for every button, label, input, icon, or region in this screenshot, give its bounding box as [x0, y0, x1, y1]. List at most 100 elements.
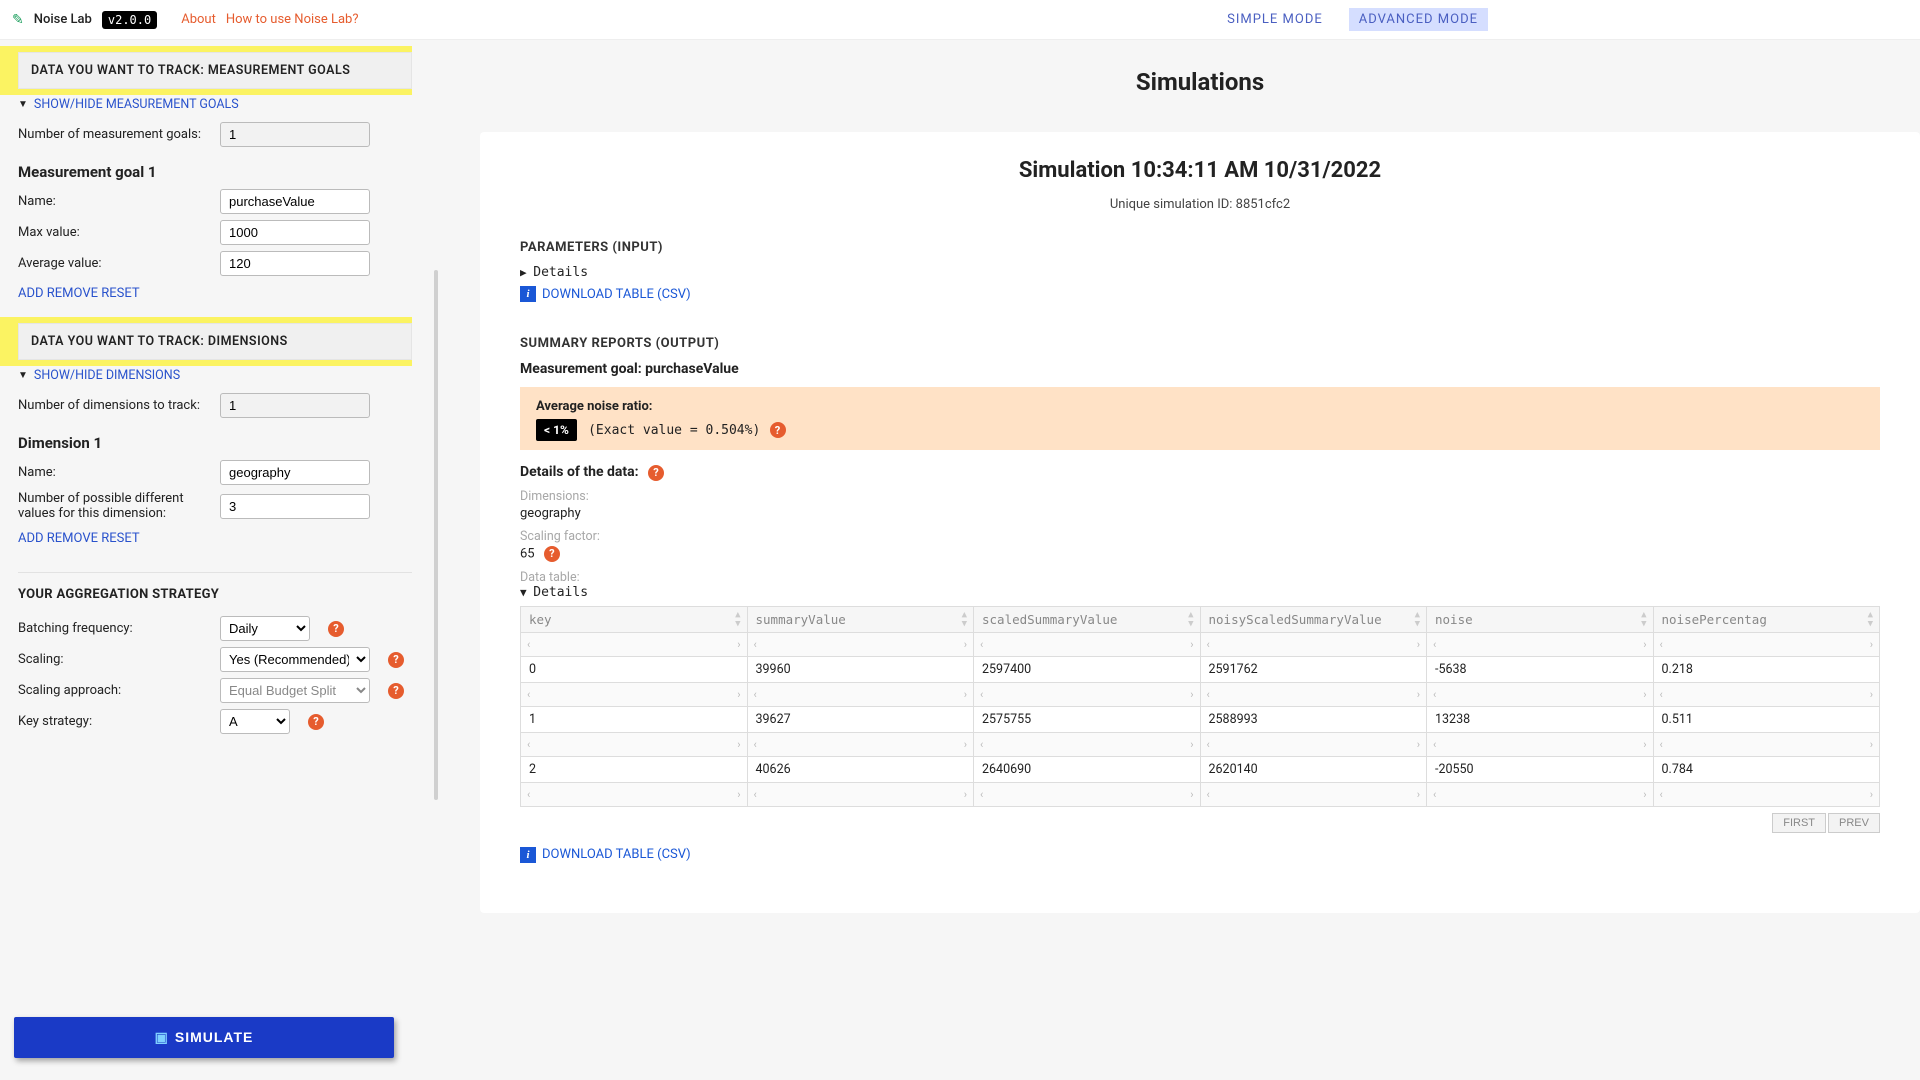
filter-cell[interactable]: [1200, 682, 1427, 706]
noise-ratio-exact: (Exact value = 0.504%): [588, 423, 760, 438]
toggle-dimensions[interactable]: SHOW/HIDE DIMENSIONS: [34, 368, 180, 383]
data-table-meta-label: Data table:: [520, 570, 1880, 585]
parameters-details-toggle[interactable]: Details: [520, 265, 1880, 280]
num-dims-label: Number of dimensions to track:: [18, 398, 208, 413]
toggle-measurement-goals[interactable]: SHOW/HIDE MEASUREMENT GOALS: [34, 97, 239, 112]
filter-cell[interactable]: [1653, 632, 1880, 656]
filter-cell[interactable]: [1427, 632, 1654, 656]
filter-cell[interactable]: [974, 732, 1201, 756]
pager-first-button[interactable]: FIRST: [1772, 813, 1826, 833]
table-cell: 2588993: [1200, 706, 1427, 732]
add-dim-link[interactable]: ADD: [18, 531, 44, 546]
dim-count-input[interactable]: [220, 494, 370, 519]
column-header[interactable]: noise▲▼: [1427, 606, 1654, 632]
filter-cell[interactable]: [521, 732, 748, 756]
measurement-goal-title: Measurement goal: purchaseValue: [520, 361, 1880, 377]
key-select[interactable]: A: [220, 709, 290, 734]
tab-simple-mode[interactable]: SIMPLE MODE: [1217, 8, 1333, 31]
goal-1-title: Measurement goal 1: [18, 163, 412, 181]
download-params-csv[interactable]: i DOWNLOAD TABLE (CSV): [520, 286, 691, 302]
sim-id-value: 8851cfc2: [1236, 197, 1291, 212]
help-icon[interactable]: ?: [388, 652, 404, 668]
howto-link[interactable]: How to use Noise Lab?: [226, 12, 359, 27]
table-cell: 2575755: [974, 706, 1201, 732]
play-icon: ▣: [155, 1029, 169, 1045]
num-goals-input[interactable]: [220, 122, 370, 147]
pager-prev-button[interactable]: PREV: [1828, 813, 1880, 833]
filter-cell[interactable]: [974, 782, 1201, 806]
noise-ratio-label: Average noise ratio:: [536, 399, 1864, 414]
info-icon: i: [520, 286, 536, 302]
filter-cell[interactable]: [1653, 682, 1880, 706]
filter-cell[interactable]: [747, 782, 974, 806]
simulate-button[interactable]: ▣SIMULATE: [14, 1017, 394, 1058]
filter-cell[interactable]: [521, 682, 748, 706]
remove-dim-link[interactable]: REMOVE: [47, 531, 98, 546]
scaling-factor-value: 65: [520, 546, 535, 561]
goal-avg-label: Average value:: [18, 256, 208, 271]
goal-avg-input[interactable]: [220, 251, 370, 276]
data-table-details-toggle[interactable]: Details: [520, 585, 1880, 600]
column-header[interactable]: summaryValue▲▼: [747, 606, 974, 632]
column-header[interactable]: noisePercentag▲▼: [1653, 606, 1880, 632]
section-measurement-goals: DATA YOU WANT TO TRACK: MEASUREMENT GOAL…: [18, 52, 412, 89]
filter-cell[interactable]: [1200, 632, 1427, 656]
filter-cell[interactable]: [1653, 732, 1880, 756]
column-header[interactable]: key▲▼: [521, 606, 748, 632]
column-header[interactable]: scaledSummaryValue▲▼: [974, 606, 1201, 632]
table-cell: 40626: [747, 756, 974, 782]
table-row: 03996025974002591762-56380.218: [521, 656, 1880, 682]
remove-goal-link[interactable]: REMOVE: [47, 286, 98, 301]
filter-cell[interactable]: [1427, 732, 1654, 756]
batch-select[interactable]: Daily: [220, 616, 310, 641]
column-header[interactable]: noisyScaledSummaryValue▲▼: [1200, 606, 1427, 632]
info-icon: i: [520, 847, 536, 863]
filter-cell[interactable]: [974, 632, 1201, 656]
table-cell: -20550: [1427, 756, 1654, 782]
filter-cell[interactable]: [747, 632, 974, 656]
noise-ratio-box: Average noise ratio: < 1% (Exact value =…: [520, 387, 1880, 450]
app-title: Noise Lab: [34, 12, 92, 27]
table-cell: -5638: [1427, 656, 1654, 682]
filter-cell[interactable]: [521, 782, 748, 806]
table-cell: 2: [521, 756, 748, 782]
filter-cell[interactable]: [1427, 682, 1654, 706]
goal-name-input[interactable]: [220, 189, 370, 214]
version-badge: v2.0.0: [102, 11, 157, 29]
filter-cell[interactable]: [747, 732, 974, 756]
goal-max-input[interactable]: [220, 220, 370, 245]
tab-advanced-mode[interactable]: ADVANCED MODE: [1349, 8, 1488, 31]
download-data-csv[interactable]: i DOWNLOAD TABLE (CSV): [520, 847, 691, 863]
reset-goal-link[interactable]: RESET: [101, 286, 139, 301]
scale-label: Scaling:: [18, 652, 208, 667]
add-goal-link[interactable]: ADD: [18, 286, 44, 301]
filter-cell[interactable]: [974, 682, 1201, 706]
table-cell: 0.784: [1653, 756, 1880, 782]
filter-cell[interactable]: [521, 632, 748, 656]
filter-cell[interactable]: [1653, 782, 1880, 806]
filter-cell[interactable]: [1427, 782, 1654, 806]
filter-cell[interactable]: [747, 682, 974, 706]
split-handle[interactable]: [430, 40, 440, 1080]
filter-cell[interactable]: [1200, 732, 1427, 756]
parameters-label: PARAMETERS (INPUT): [520, 240, 1880, 255]
num-dims-input[interactable]: [220, 393, 370, 418]
summary-reports-label: SUMMARY REPORTS (OUTPUT): [520, 336, 1880, 351]
dim-name-input[interactable]: [220, 460, 370, 485]
reset-dim-link[interactable]: RESET: [101, 531, 139, 546]
help-icon[interactable]: ?: [328, 621, 344, 637]
pencil-icon: ✎: [12, 12, 24, 28]
help-icon[interactable]: ?: [388, 683, 404, 699]
approach-label: Scaling approach:: [18, 683, 208, 698]
batch-label: Batching frequency:: [18, 621, 208, 636]
simulations-heading: Simulations: [480, 68, 1920, 96]
approach-select[interactable]: Equal Budget Split: [220, 678, 370, 703]
help-icon[interactable]: ?: [544, 546, 560, 562]
scale-select[interactable]: Yes (Recommended): [220, 647, 370, 672]
filter-cell[interactable]: [1200, 782, 1427, 806]
help-icon[interactable]: ?: [308, 714, 324, 730]
dim-name-label: Name:: [18, 465, 208, 480]
help-icon[interactable]: ?: [770, 422, 786, 438]
about-link[interactable]: About: [181, 12, 216, 27]
help-icon[interactable]: ?: [648, 465, 664, 481]
